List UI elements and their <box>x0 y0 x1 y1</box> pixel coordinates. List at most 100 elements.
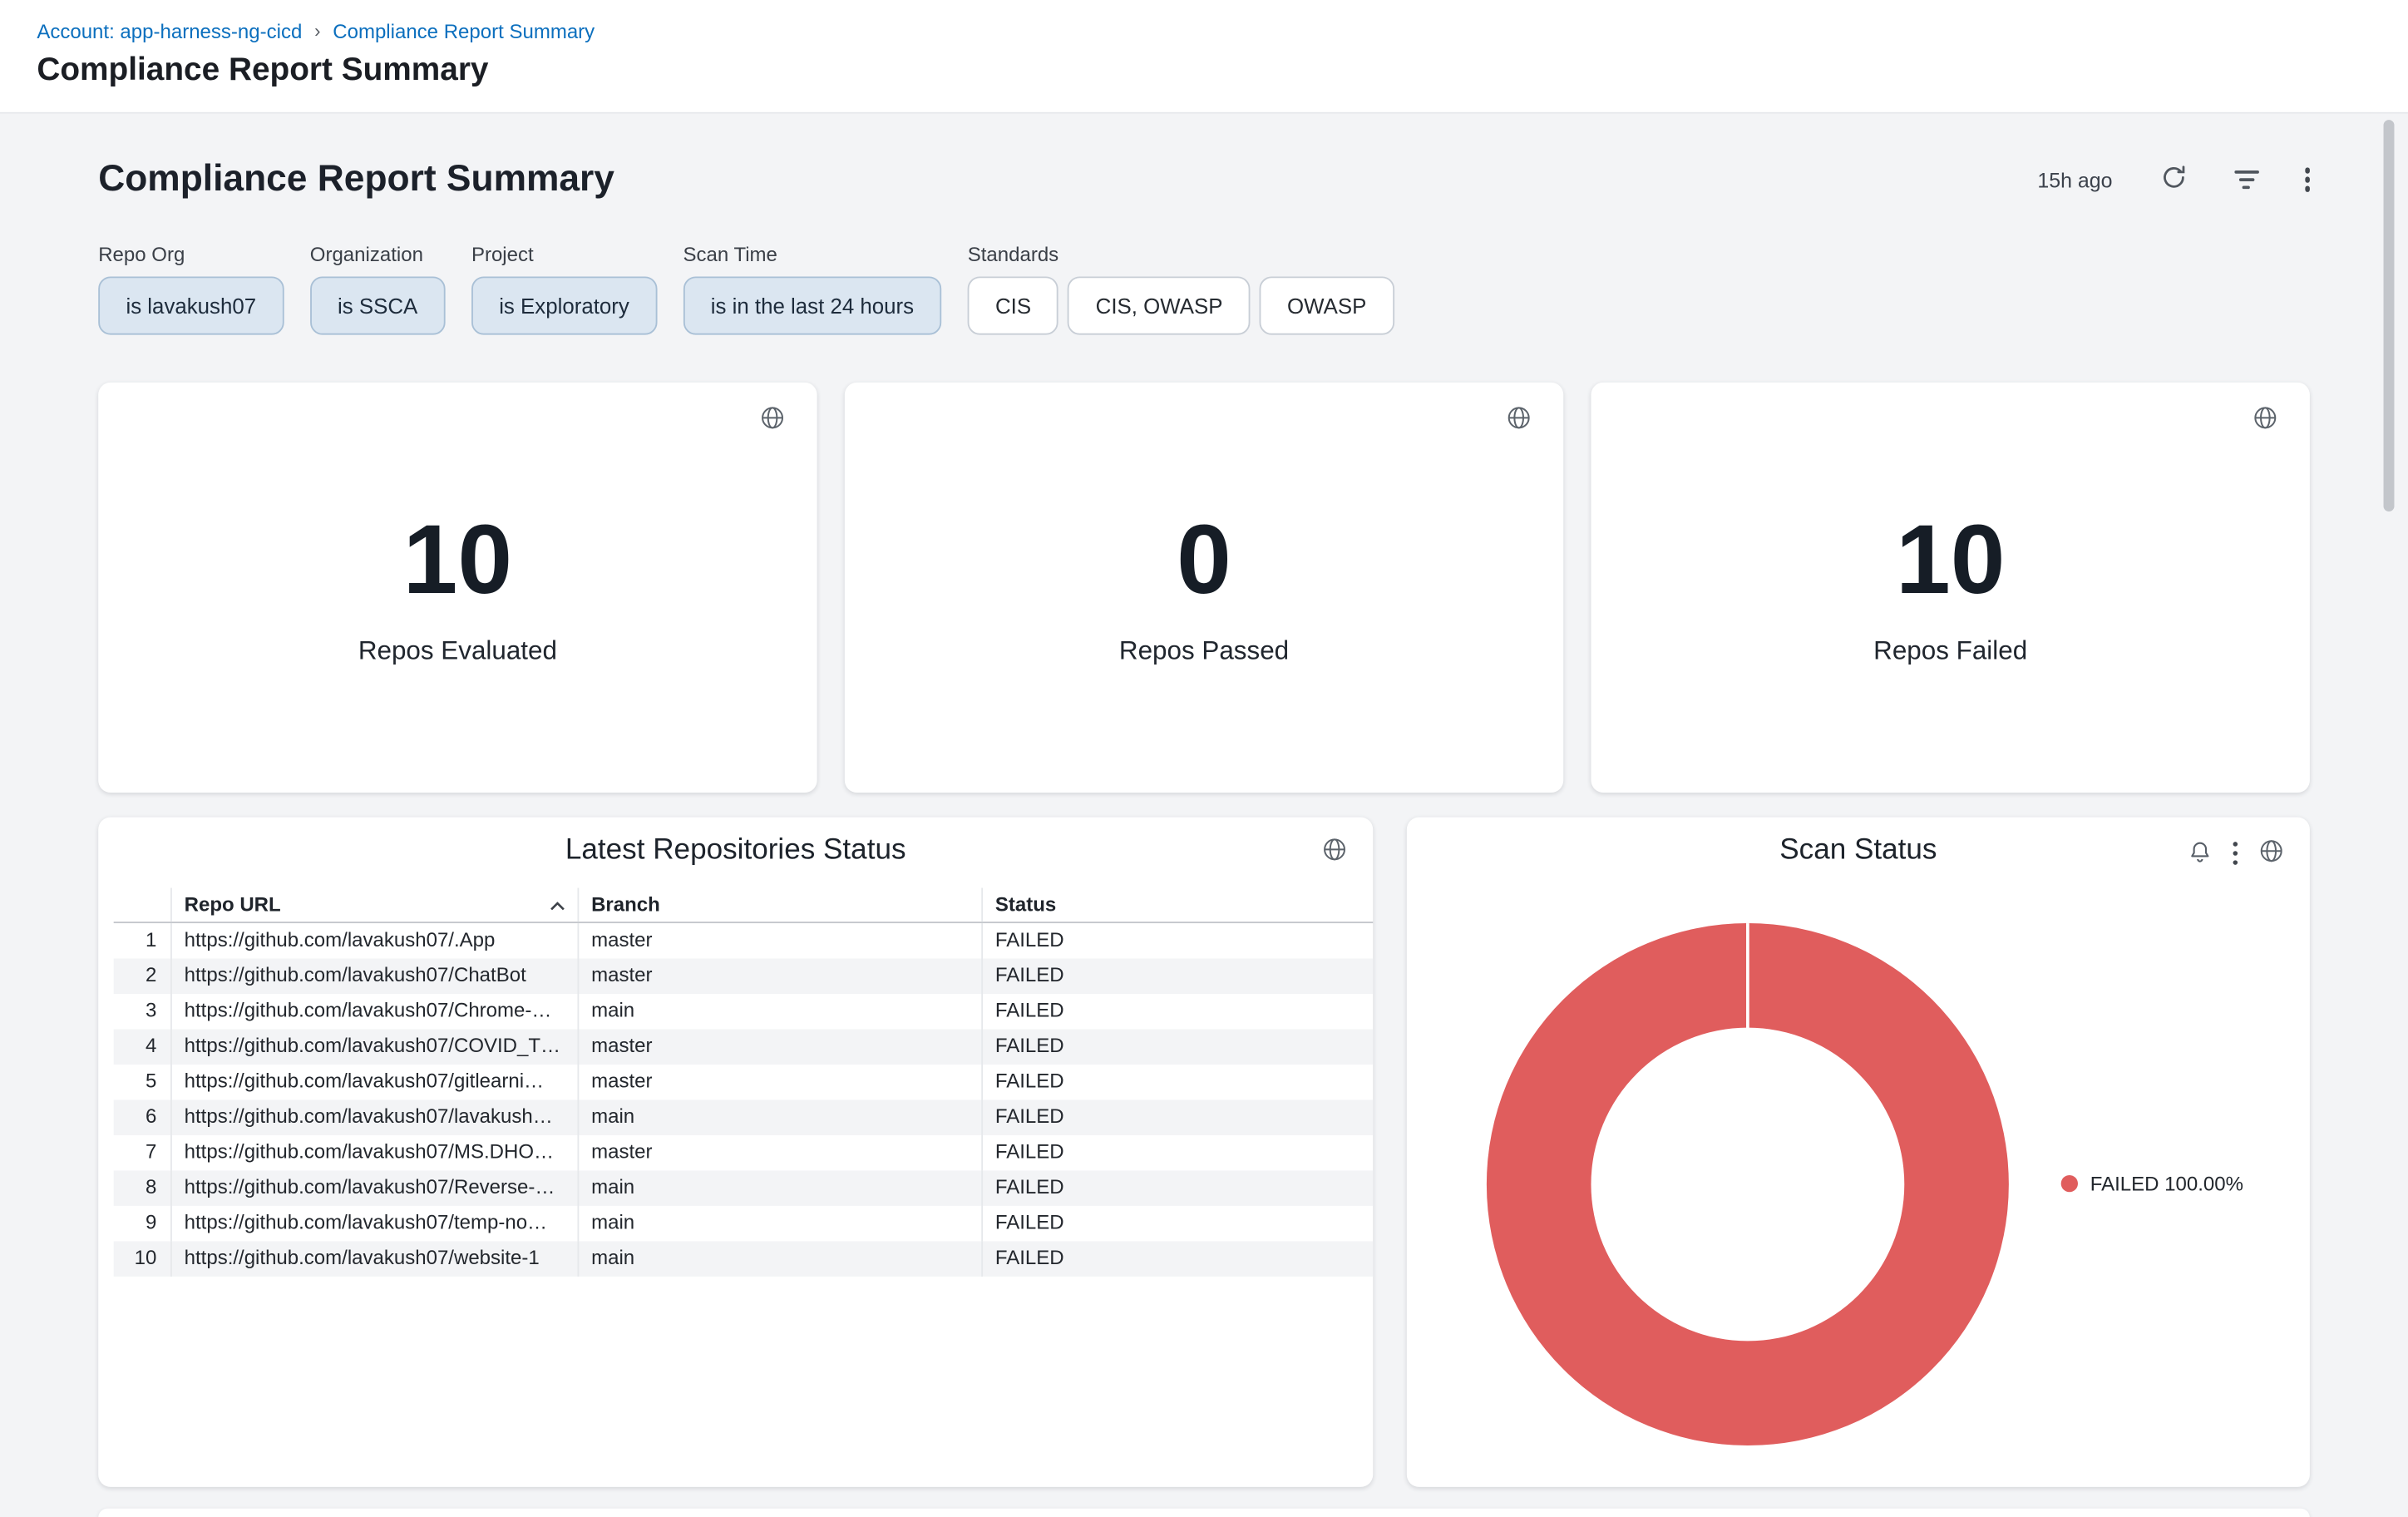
table-row: 6https://github.com/lavakush07/lavakush…… <box>114 1099 1374 1134</box>
breadcrumb-account-link[interactable]: Account: app-harness-ng-cicd <box>37 20 302 43</box>
filter-label: Organization <box>310 243 446 266</box>
status-cell: FAILED <box>983 1099 1373 1134</box>
filter-label: Scan Time <box>683 243 941 266</box>
scan-status-card: Scan Status FAILED 100.00% <box>1407 818 2310 1487</box>
sort-asc-icon <box>550 888 565 922</box>
row-index: 6 <box>114 1099 172 1134</box>
last-refresh-label: 15h ago <box>2037 168 2112 191</box>
repo-url-column-header[interactable]: Repo URL <box>172 888 579 922</box>
next-card-top-edge <box>98 1509 2310 1517</box>
filter-group-standards: Standards CIS CIS, OWASP OWASP <box>968 243 1394 335</box>
filter-chip-standard-cis[interactable]: CIS <box>968 276 1059 334</box>
kebab-menu-icon <box>2233 842 2238 866</box>
donut-hole <box>1591 1028 1904 1342</box>
row-index: 1 <box>114 923 172 958</box>
branch-column-header[interactable]: Branch <box>579 888 983 922</box>
table-row: 9https://github.com/lavakush07/temp-no…m… <box>114 1206 1374 1241</box>
globe-icon <box>2252 404 2279 437</box>
filter-chip-project[interactable]: is Exploratory <box>471 276 657 334</box>
table-row: 1https://github.com/lavakush07/.Appmaste… <box>114 923 1374 958</box>
explore-button[interactable] <box>758 404 786 437</box>
repo-table-body: 1https://github.com/lavakush07/.Appmaste… <box>114 923 1374 1277</box>
stat-value: 10 <box>403 509 512 607</box>
row-index: 10 <box>114 1241 172 1276</box>
tile-menu-button[interactable] <box>2233 842 2238 866</box>
explore-button[interactable] <box>1320 836 1348 868</box>
status-cell: FAILED <box>983 1241 1373 1276</box>
repo-url-cell: https://github.com/lavakush07/lavakush… <box>172 1099 579 1134</box>
dashboard-actions: 15h ago <box>2037 163 2309 197</box>
explore-button[interactable] <box>2258 838 2285 870</box>
status-cell: FAILED <box>983 994 1373 1029</box>
branch-cell: master <box>579 1065 983 1099</box>
status-cell: FAILED <box>983 1029 1373 1064</box>
repo-url-cell: https://github.com/lavakush07/Chrome-… <box>172 994 579 1029</box>
legend-item-failed[interactable]: FAILED 100.00% <box>2061 1172 2243 1195</box>
repo-table-title: Latest Repositories Status <box>98 818 1373 868</box>
globe-icon <box>1320 836 1348 868</box>
row-index: 3 <box>114 994 172 1029</box>
repo-table: Repo URL Branch Status 1https://github.c… <box>114 888 1374 1277</box>
index-column-header <box>114 888 172 922</box>
branch-cell: main <box>579 1170 983 1205</box>
status-cell: FAILED <box>983 1065 1373 1099</box>
scrollbar-thumb[interactable] <box>2384 120 2395 511</box>
status-column-header[interactable]: Status <box>983 888 1373 922</box>
row-index: 2 <box>114 959 172 994</box>
breadcrumb-current-link[interactable]: Compliance Report Summary <box>333 20 595 43</box>
repo-url-cell: https://github.com/lavakush07/Reverse-… <box>172 1170 579 1205</box>
filter-label: Repo Org <box>98 243 284 266</box>
stat-card-repos-passed: 0 Repos Passed <box>845 383 1563 793</box>
filter-group-organization: Organization is SSCA <box>310 243 446 335</box>
repo-url-cell: https://github.com/lavakush07/ChatBot <box>172 959 579 994</box>
filter-bar: Repo Org is lavakush07 Organization is S… <box>98 243 2310 335</box>
bell-icon <box>2186 838 2212 869</box>
repo-url-cell: https://github.com/lavakush07/gitlearni… <box>172 1065 579 1099</box>
page-scrollbar[interactable] <box>2384 116 2395 1507</box>
status-cell: FAILED <box>983 923 1373 958</box>
repo-url-cell: https://github.com/lavakush07/website-1 <box>172 1241 579 1276</box>
status-cell: FAILED <box>983 1135 1373 1170</box>
bottom-cards-row: Latest Repositories Status Repo URL Bran… <box>98 818 2310 1487</box>
branch-cell: master <box>579 1135 983 1170</box>
dashboard-content: Compliance Report Summary 15h ago Re <box>0 114 2408 1517</box>
table-row: 3https://github.com/lavakush07/Chrome-…m… <box>114 994 1374 1029</box>
dashboard-menu-button[interactable] <box>2304 168 2309 192</box>
stat-label: Repos Passed <box>1119 635 1289 666</box>
branch-cell: master <box>579 1029 983 1064</box>
latest-repositories-card: Latest Repositories Status Repo URL Bran… <box>98 818 1373 1487</box>
refresh-button[interactable] <box>2159 163 2188 197</box>
row-index: 9 <box>114 1206 172 1241</box>
donut-slice-boundary <box>1746 923 1749 1029</box>
viewport: Account: app-harness-ng-cicd › Complianc… <box>0 0 2408 1517</box>
row-index: 8 <box>114 1170 172 1205</box>
dashboard-title: Compliance Report Summary <box>98 158 614 201</box>
explore-button[interactable] <box>1505 404 1532 437</box>
repo-url-cell: https://github.com/lavakush07/temp-no… <box>172 1206 579 1241</box>
page-title: Compliance Report Summary <box>37 52 2408 89</box>
scan-status-donut-chart[interactable] <box>1487 923 2009 1445</box>
filters-toggle-button[interactable] <box>2233 170 2258 189</box>
kebab-menu-icon <box>2304 168 2309 192</box>
alerts-button[interactable] <box>2186 838 2212 869</box>
repo-url-cell: https://github.com/lavakush07/COVID_T… <box>172 1029 579 1064</box>
branch-cell: master <box>579 923 983 958</box>
column-label: Repo URL <box>185 888 281 922</box>
repo-url-cell: https://github.com/lavakush07/.App <box>172 923 579 958</box>
branch-cell: main <box>579 1206 983 1241</box>
filter-chip-repo-org[interactable]: is lavakush07 <box>98 276 284 334</box>
table-row: 7https://github.com/lavakush07/MS.DHO…ma… <box>114 1135 1374 1170</box>
status-cell: FAILED <box>983 1170 1373 1205</box>
legend-dot <box>2061 1175 2078 1192</box>
scan-card-actions <box>2186 838 2285 870</box>
scan-status-title: Scan Status <box>1407 818 2310 868</box>
filter-chip-organization[interactable]: is SSCA <box>310 276 446 334</box>
filter-chip-standard-cis-owasp[interactable]: CIS, OWASP <box>1068 276 1250 334</box>
repo-url-cell: https://github.com/lavakush07/MS.DHO… <box>172 1135 579 1170</box>
stat-card-repos-evaluated: 10 Repos Evaluated <box>98 383 817 793</box>
filter-label: Project <box>471 243 657 266</box>
filter-chip-scan-time[interactable]: is in the last 24 hours <box>683 276 941 334</box>
explore-button[interactable] <box>2252 404 2279 437</box>
filter-chip-standard-owasp[interactable]: OWASP <box>1260 276 1394 334</box>
refresh-icon <box>2159 163 2188 197</box>
